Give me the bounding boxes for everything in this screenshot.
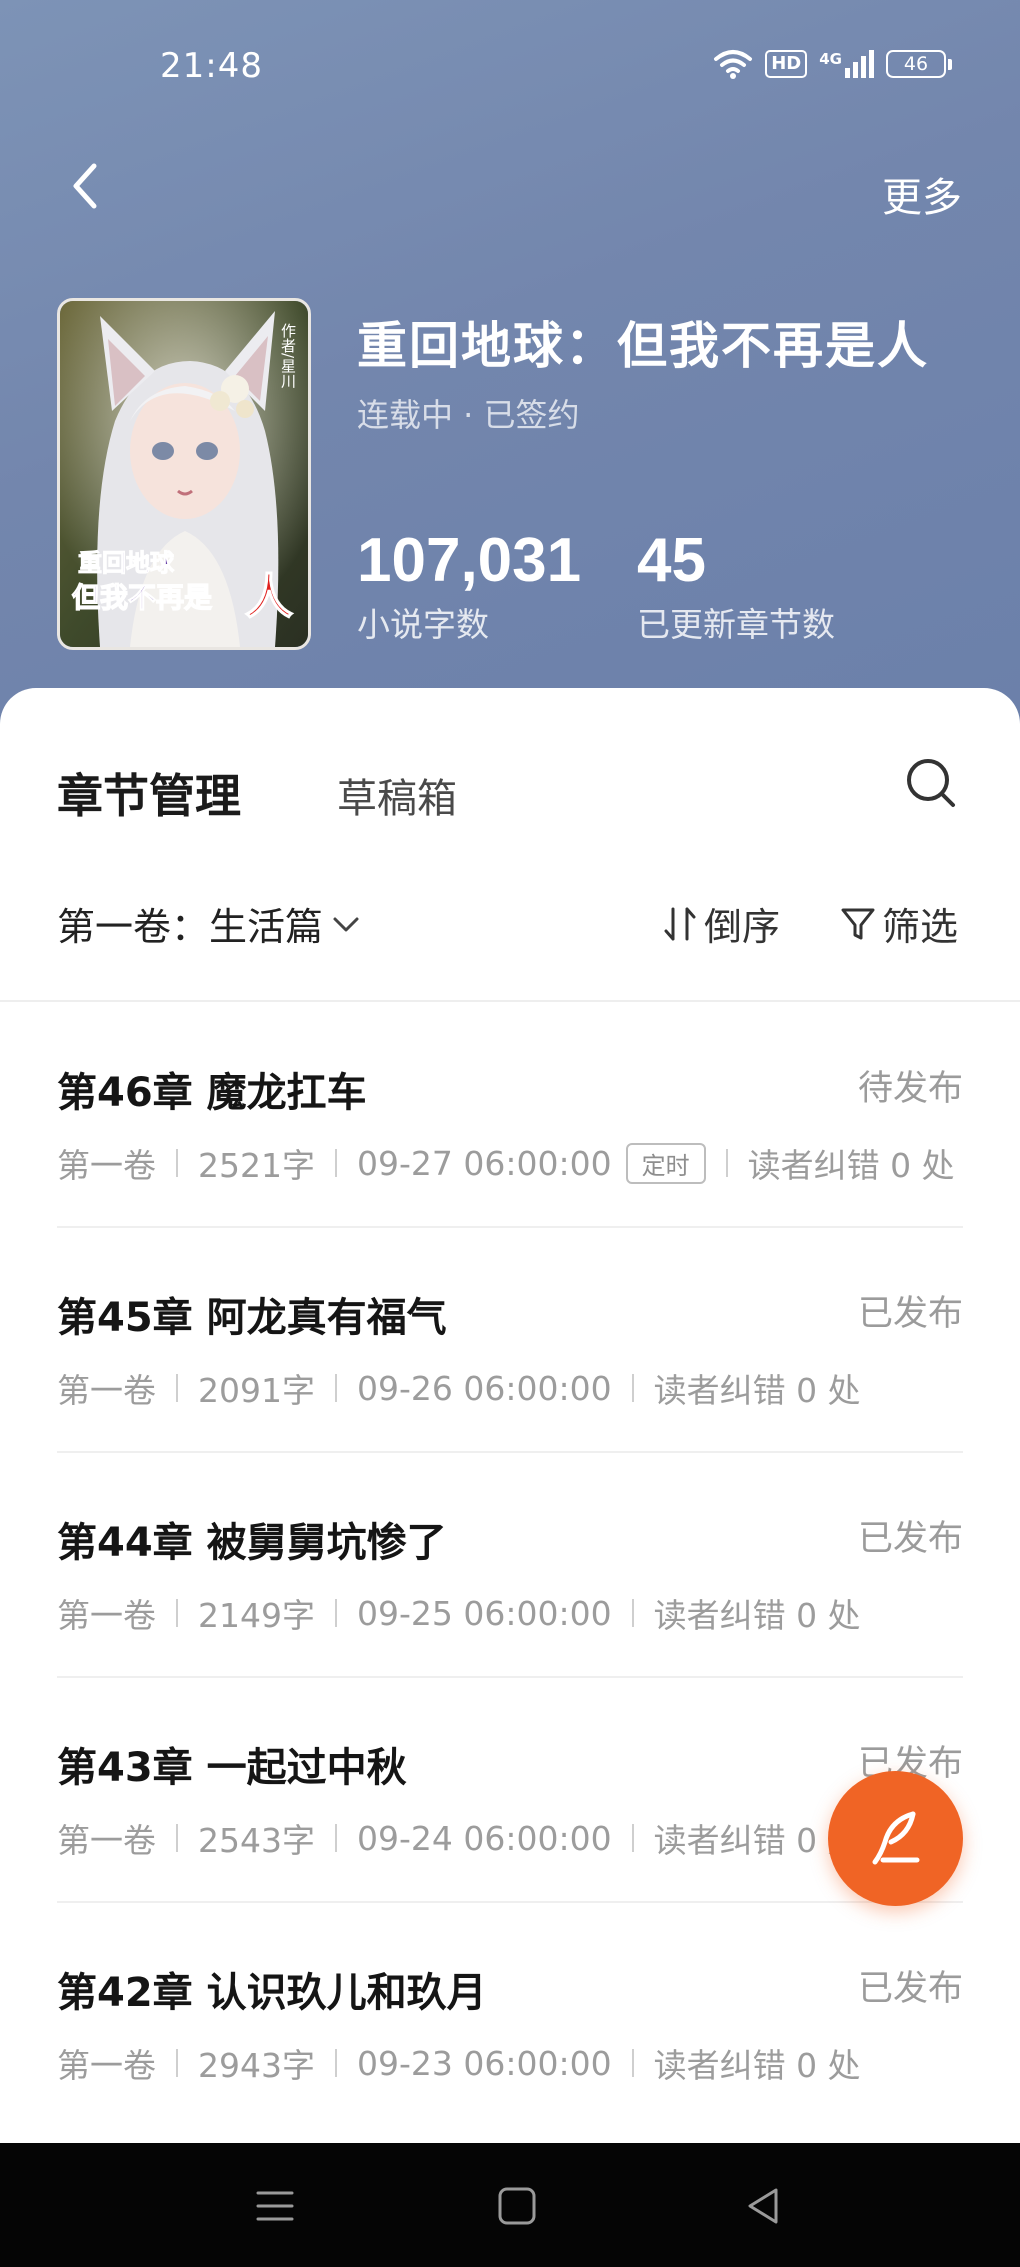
chapter-words: 2149字 bbox=[198, 1596, 315, 1635]
chapter-time: 09-26 06:00:00 bbox=[356, 1368, 612, 1408]
chapter-words: 2943字 bbox=[198, 2046, 315, 2085]
chapter-volume: 第一卷 bbox=[57, 1146, 156, 1185]
chapter-state: 已发布 bbox=[857, 1519, 963, 1559]
book-status: 连载中 · 已签约 bbox=[357, 396, 580, 434]
chapter-row[interactable]: 第46章 魔龙扛车 待发布 第一卷 2521字 09-27 06:00:00 定… bbox=[57, 1003, 963, 1228]
chapter-title: 第46章 魔龙扛车 bbox=[57, 1070, 367, 1116]
chapter-state: 待发布 bbox=[857, 1069, 963, 1109]
word-count-stat: 107,031 小说字数 bbox=[357, 525, 581, 646]
hd-icon: HD bbox=[765, 50, 808, 78]
word-count-value: 107,031 bbox=[357, 526, 582, 595]
book-cover[interactable]: 重回地球 但我不再是 人 作者/星川 bbox=[57, 298, 311, 650]
chapter-time: 09-25 06:00:00 bbox=[356, 1593, 612, 1633]
chapters-count-stat: 45 已更新章节数 bbox=[637, 525, 835, 646]
signal-4g-icon: 4G bbox=[819, 50, 874, 78]
chapters-count-value: 45 bbox=[637, 526, 706, 595]
chapter-volume: 第一卷 bbox=[57, 1821, 156, 1860]
chapter-meta: 第一卷 2149字 09-25 06:00:00 读者纠错 0 处 bbox=[57, 1589, 861, 1637]
chapter-volume: 第一卷 bbox=[57, 1371, 156, 1410]
status-icons: HD 4G 46 bbox=[713, 48, 952, 80]
word-count-label: 小说字数 bbox=[357, 605, 489, 644]
chapter-title: 第44章 被舅舅坑惨了 bbox=[57, 1520, 447, 1566]
status-bar: 21:48 HD 4G 46 bbox=[0, 0, 1020, 135]
system-navigation-bar bbox=[0, 2143, 1020, 2267]
scheduled-tag: 定时 bbox=[625, 1142, 706, 1184]
volume-label: 第一卷：生活篇 bbox=[57, 905, 324, 949]
sort-button[interactable]: 倒序 bbox=[662, 896, 780, 951]
book-header: 21:48 HD 4G 46 更多 重回地球 但我不再是 人 作者/星川 重回地… bbox=[0, 0, 1020, 740]
chapter-words: 2091字 bbox=[198, 1371, 315, 1410]
chapter-meta: 第一卷 2091字 09-26 06:00:00 读者纠错 0 处 bbox=[57, 1364, 861, 1412]
chapter-meta: 第一卷 2943字 09-23 06:00:00 读者纠错 0 处 bbox=[57, 2039, 861, 2087]
back-button[interactable] bbox=[62, 160, 114, 212]
chapter-errata: 读者纠错 0 处 bbox=[747, 1146, 955, 1185]
svg-text:重回地球: 重回地球 bbox=[78, 549, 175, 577]
chapter-errata: 读者纠错 0 处 bbox=[653, 1596, 861, 1635]
volume-selector[interactable]: 第一卷：生活篇 bbox=[57, 896, 361, 951]
battery-icon: 46 bbox=[886, 50, 952, 78]
chapter-title: 第42章 认识玖儿和玖月 bbox=[57, 1970, 487, 2016]
chapter-time: 09-27 06:00:00 bbox=[356, 1143, 612, 1183]
chevron-down-icon bbox=[333, 917, 359, 931]
chapter-errata: 读者纠错 0 处 bbox=[653, 2046, 861, 2085]
chapter-time: 09-24 06:00:00 bbox=[356, 1818, 612, 1858]
quill-pen-icon bbox=[872, 1811, 919, 1864]
network-type: 4G bbox=[819, 50, 842, 68]
filter-icon bbox=[841, 908, 875, 939]
chapter-words: 2521字 bbox=[198, 1146, 315, 1185]
chapter-row[interactable]: 第45章 阿龙真有福气 已发布 第一卷 2091字 09-26 06:00:00… bbox=[57, 1228, 963, 1453]
chapter-volume: 第一卷 bbox=[57, 1596, 156, 1635]
chapter-errata: 读者纠错 0 处 bbox=[653, 1371, 861, 1410]
filter-label: 筛选 bbox=[882, 905, 959, 949]
write-chapter-button[interactable] bbox=[828, 1771, 963, 1906]
back-triangle-icon[interactable] bbox=[740, 2183, 786, 2229]
more-button[interactable]: 更多 bbox=[882, 165, 962, 223]
chapter-time: 09-23 06:00:00 bbox=[356, 2043, 612, 2083]
chapter-state: 已发布 bbox=[857, 1294, 963, 1334]
sort-icon bbox=[664, 907, 696, 940]
search-icon[interactable] bbox=[904, 756, 958, 810]
book-title: 重回地球：但我不再是人 bbox=[357, 317, 929, 375]
filter-button[interactable]: 筛选 bbox=[840, 896, 958, 951]
svg-text:作者/星川: 作者/星川 bbox=[279, 323, 297, 388]
menu-icon[interactable] bbox=[252, 2183, 298, 2229]
chapter-meta: 第一卷 2521字 09-27 06:00:00 定时 读者纠错 0 处 bbox=[57, 1139, 955, 1187]
chapter-row[interactable]: 第44章 被舅舅坑惨了 已发布 第一卷 2149字 09-25 06:00:00… bbox=[57, 1453, 963, 1678]
chapter-row[interactable]: 第43章 一起过中秋 已发布 第一卷 2543字 09-24 06:00:00 … bbox=[57, 1678, 963, 1903]
wifi-icon bbox=[714, 50, 753, 79]
chapter-title: 第45章 阿龙真有福气 bbox=[57, 1295, 447, 1341]
chapter-meta: 第一卷 2543字 09-24 06:00:00 读者纠错 0 处 bbox=[57, 1814, 861, 1862]
chapter-state: 已发布 bbox=[857, 1969, 963, 2009]
chapters-count-label: 已更新章节数 bbox=[637, 605, 835, 644]
chapter-title: 第43章 一起过中秋 bbox=[57, 1745, 407, 1791]
sort-label: 倒序 bbox=[704, 905, 781, 949]
tab-drafts[interactable]: 草稿箱 bbox=[337, 766, 457, 824]
chapter-list: 第46章 魔龙扛车 待发布 第一卷 2521字 09-27 06:00:00 定… bbox=[57, 1003, 963, 2128]
chapter-words: 2543字 bbox=[198, 1821, 315, 1860]
cover-illustration: 重回地球 但我不再是 人 作者/星川 bbox=[60, 301, 308, 647]
chapter-row[interactable]: 第42章 认识玖儿和玖月 已发布 第一卷 2943字 09-23 06:00:0… bbox=[57, 1903, 963, 2128]
status-time: 21:48 bbox=[160, 46, 263, 86]
home-square-icon[interactable] bbox=[494, 2183, 540, 2229]
toolbar-divider bbox=[0, 1000, 1020, 1002]
tab-chapter-management[interactable]: 章节管理 bbox=[57, 760, 241, 826]
battery-level: 46 bbox=[886, 50, 946, 78]
chapter-volume: 第一卷 bbox=[57, 2046, 156, 2085]
svg-text:但我不再是: 但我不再是 bbox=[72, 581, 212, 614]
svg-text:人: 人 bbox=[245, 569, 293, 625]
